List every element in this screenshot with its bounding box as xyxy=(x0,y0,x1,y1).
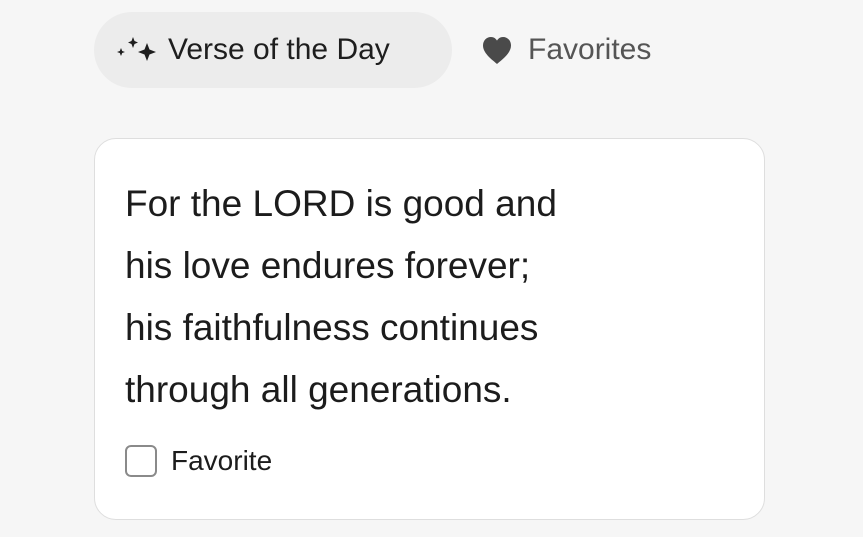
tab-bar: Verse of the Day Favorites xyxy=(94,12,671,88)
verse-line: through all generations. xyxy=(125,369,512,410)
favorite-toggle[interactable]: Favorite xyxy=(125,445,272,477)
verse-line: For the LORD is good and xyxy=(125,183,557,224)
heart-icon xyxy=(480,34,514,66)
favorite-checkbox[interactable] xyxy=(125,445,157,477)
tab-label: Favorites xyxy=(528,33,652,66)
verse-line: his faithfulness continues xyxy=(125,307,539,348)
verse-text: For the LORD is good and his love endure… xyxy=(125,173,725,421)
sparkles-icon xyxy=(116,34,160,66)
verse-card: For the LORD is good and his love endure… xyxy=(94,138,765,520)
favorite-label: Favorite xyxy=(171,445,273,476)
tab-favorites[interactable]: Favorites xyxy=(452,12,671,88)
tab-label: Verse of the Day xyxy=(168,33,390,66)
tab-verse-of-the-day[interactable]: Verse of the Day xyxy=(94,12,452,88)
verse-line: his love endures forever; xyxy=(125,245,531,286)
